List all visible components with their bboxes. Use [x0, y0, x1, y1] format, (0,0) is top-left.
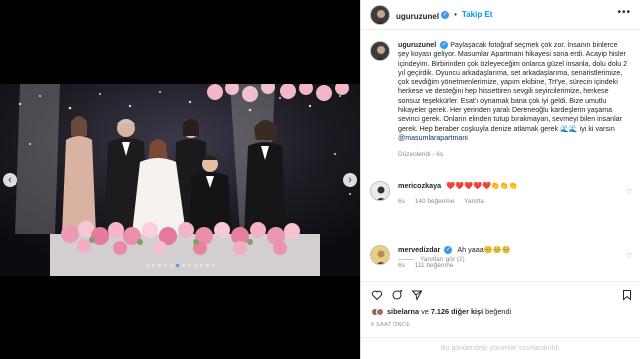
verified-badge-icon: ✓ [440, 41, 449, 50]
caption: uguruzunel ✓ Paylaşacak fotoğraf seçmek … [370, 41, 632, 160]
user-avatar-icon [371, 246, 389, 264]
comment-reply-button[interactable]: Yanıtla [464, 198, 484, 205]
carousel-prev-button[interactable]: ‹ [3, 173, 17, 187]
post-photo [0, 84, 360, 276]
share-icon[interactable] [411, 289, 423, 301]
follow-button[interactable]: Takip Et [462, 10, 493, 19]
comment-username[interactable]: mervedizdar [398, 245, 440, 254]
comment-item: mericozkaya ❤️❤️❤️❤️❤️👏👏👏 6s 140 beğenme… [370, 181, 632, 206]
carousel-dot [193, 264, 197, 267]
post-side-panel: uguruzunel ✓ • Takip Et ••• uguruzunel ✓… [360, 0, 640, 359]
post-actions-bar [361, 281, 640, 309]
comment-icon[interactable] [391, 289, 403, 301]
user-avatar-icon [371, 42, 389, 60]
avatar[interactable] [370, 41, 390, 61]
carousel-dot [145, 264, 149, 267]
save-bookmark-icon[interactable] [621, 289, 633, 301]
comment-likes[interactable]: 111 beğenme [415, 262, 454, 269]
username-link[interactable]: uguruzunel [396, 6, 439, 24]
comment-body: mervedizdar ✓ Ah yaaa🥺🥺🥺 6s 111 beğenme [398, 245, 511, 270]
carousel-dot [199, 264, 203, 267]
post-image-area: ‹ › [0, 0, 360, 359]
carousel-dot [151, 264, 155, 267]
comment-like-heart-icon[interactable]: ♡ [626, 252, 632, 260]
caption-username[interactable]: uguruzunel [398, 41, 436, 49]
carousel-dot [187, 264, 191, 267]
comment-meta: 6s 111 beğenme [398, 261, 511, 270]
separator-dot: • [454, 10, 457, 19]
avatar[interactable] [370, 181, 390, 201]
carousel-dot [157, 264, 161, 267]
like-heart-icon[interactable] [371, 289, 383, 301]
likes-suffix: beğendi [483, 307, 512, 316]
caption-edited-meta: Düzenlendi · 6s [398, 151, 444, 159]
post-timestamp[interactable]: 6 SAAT ÖNCE [371, 322, 410, 328]
caption-text-block: uguruzunel ✓ Paylaşacak fotoğraf seçmek … [398, 41, 628, 160]
likes-others-link[interactable]: 7.126 diğer kişi [431, 307, 483, 316]
more-options-icon[interactable]: ••• [617, 7, 631, 18]
comments-restricted-note: Bu gönderideki yorumlar sınırlandırıldı. [361, 337, 640, 359]
wedding-photo [0, 84, 360, 276]
post-header: uguruzunel ✓ • Takip Et ••• [361, 0, 640, 30]
user-avatar-icon [371, 5, 389, 24]
carousel-dots [0, 264, 360, 267]
carousel-next-button[interactable]: › [343, 173, 357, 187]
comment-likes[interactable]: 140 beğenme [415, 198, 455, 205]
comment-text: Ah yaaa🥺🥺🥺 [457, 245, 511, 254]
carousel-dot [169, 264, 173, 267]
likes-summary: sibelarna ve 7.126 diğer kişi beğendi [371, 307, 511, 316]
user-avatar-icon [371, 182, 389, 200]
carousel-dot [175, 264, 179, 267]
verified-badge-icon: ✓ [441, 10, 450, 19]
carousel-dot [205, 264, 209, 267]
comment-like-heart-icon[interactable]: ♡ [626, 188, 632, 196]
carousel-dot [211, 264, 215, 267]
avatar[interactable] [376, 307, 384, 316]
comment-text: ❤️❤️❤️❤️❤️👏👏👏 [446, 181, 518, 190]
comment-body: mericozkaya ❤️❤️❤️❤️❤️👏👏👏 6s 140 beğenme… [398, 181, 518, 206]
avatar[interactable] [370, 4, 390, 25]
comment-time: 6s [398, 198, 405, 205]
comment-meta: 6s 140 beğenme Yanıtla [398, 197, 518, 206]
comment-time: 6s [398, 262, 405, 270]
caption-mention-link[interactable]: @masumlarapartmani [398, 134, 468, 142]
comment-item: mervedizdar ✓ Ah yaaa🥺🥺🥺 6s 111 beğenme [370, 245, 632, 270]
carousel-dot [181, 264, 185, 267]
likes-connector: ve [419, 307, 431, 316]
avatar[interactable] [370, 245, 390, 265]
verified-badge-icon: ✓ [444, 246, 453, 255]
comments-section: uguruzunel ✓ Paylaşacak fotoğraf seçmek … [361, 31, 640, 281]
caption-body: Paylaşacak fotoğraf seçmek çok zor. İnsa… [398, 41, 628, 133]
liked-by-user[interactable]: sibelarna [387, 307, 419, 316]
comment-username[interactable]: mericozkaya [398, 181, 441, 190]
carousel-dot [163, 264, 167, 267]
